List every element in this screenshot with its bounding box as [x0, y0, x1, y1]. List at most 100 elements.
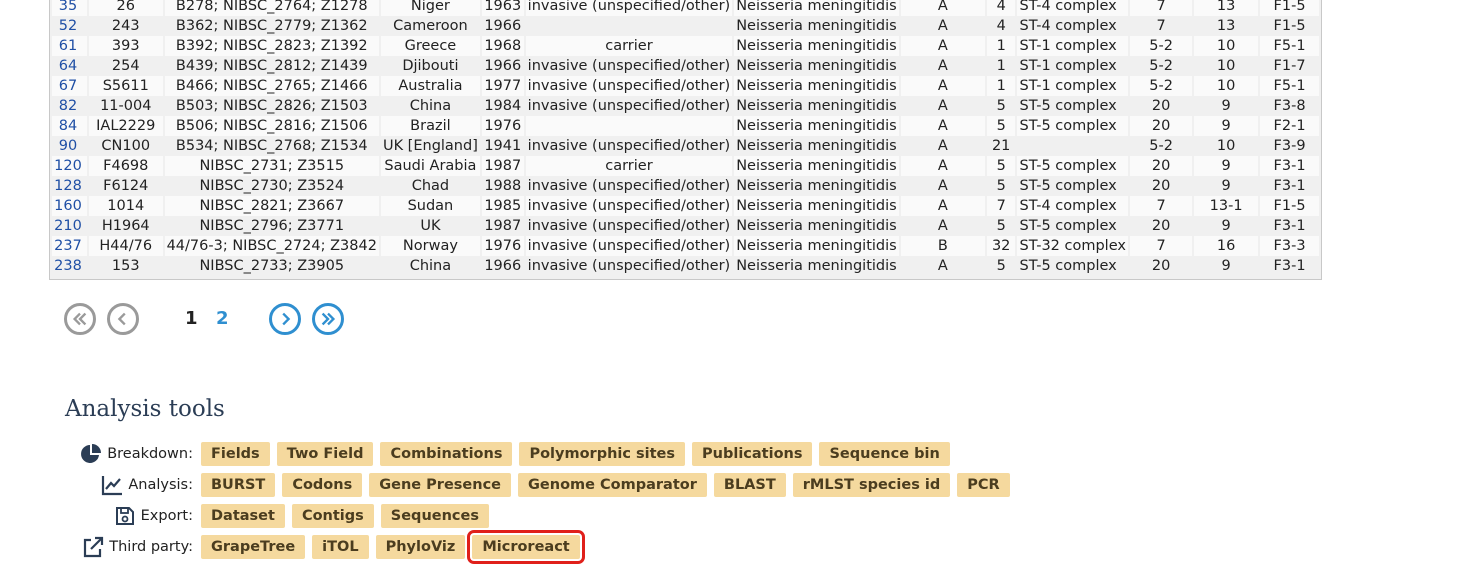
publications-button[interactable]: Publications: [692, 442, 813, 466]
gene-presence-button[interactable]: Gene Presence: [369, 473, 512, 497]
cell-disease: invasive (unspecified/other): [525, 96, 733, 116]
cell-disease: [525, 16, 733, 36]
cell-year: 1966: [481, 256, 524, 276]
phyloviz-button[interactable]: PhyloViz: [375, 535, 466, 559]
cell-id[interactable]: 160: [52, 196, 87, 216]
chevron-right-icon: [282, 312, 291, 326]
cell-st: 5: [986, 116, 1016, 136]
isolate-id-link[interactable]: 35: [59, 0, 77, 14]
isolate-id-link[interactable]: 67: [59, 78, 77, 94]
rmlst-species-id-button[interactable]: rMLST species id: [792, 473, 951, 497]
cell-year: 1987: [481, 156, 524, 176]
cell-feta-vr: F1-5: [1260, 0, 1319, 16]
cell-aliases: B439; NIBSC_2812; Z1439: [164, 56, 379, 76]
isolate-id-link[interactable]: 237: [54, 238, 82, 254]
cell-id[interactable]: 61: [52, 36, 87, 56]
cell-st: 5: [986, 256, 1016, 276]
grapetree-button[interactable]: GrapeTree: [201, 535, 306, 559]
cell-country: Norway: [380, 236, 480, 256]
cell-aliases: B362; NIBSC_2779; Z1362: [164, 16, 379, 36]
cell-id[interactable]: 52: [52, 16, 87, 36]
cell-pora-vr1: 20: [1129, 96, 1193, 116]
genome-comparator-button[interactable]: Genome Comparator: [518, 473, 707, 497]
results-table-body: 35 26 B278; NIBSC_2764; Z1278 Niger 1963 inva…: [52, 0, 1319, 276]
cell-clonal-complex: ST-4 complex: [1017, 0, 1128, 16]
breakdown-label: Breakdown:: [81, 443, 193, 465]
cell-id[interactable]: 238: [52, 256, 87, 276]
cell-id[interactable]: 35: [52, 0, 87, 16]
cell-pora-vr1: 5-2: [1129, 136, 1193, 156]
cell-clonal-complex: ST-1 complex: [1017, 76, 1128, 96]
cell-isolate: F6124: [88, 176, 163, 196]
cell-isolate: H1964: [88, 216, 163, 236]
two-field-button[interactable]: Two Field: [276, 442, 374, 466]
table-row: 35 26 B278; NIBSC_2764; Z1278 Niger 1963 inva…: [52, 0, 1319, 16]
cell-pora-vr2: 13: [1194, 0, 1259, 16]
isolate-id-link[interactable]: 64: [59, 58, 77, 74]
cell-year: 1987: [481, 216, 524, 236]
cell-aliases: NIBSC_2796; Z3771: [164, 216, 379, 236]
blast-button[interactable]: BLAST: [713, 473, 786, 497]
cell-id[interactable]: 67: [52, 76, 87, 96]
table-row: 120 F4698 NIBSC_2731; Z3515 Saudi Arabia 198…: [52, 156, 1319, 176]
isolate-id-link[interactable]: 128: [54, 178, 82, 194]
dataset-button[interactable]: Dataset: [201, 504, 285, 528]
cell-id[interactable]: 84: [52, 116, 87, 136]
cell-pora-vr1: 7: [1129, 236, 1193, 256]
page-2-link[interactable]: 2: [216, 308, 229, 329]
cell-id[interactable]: 128: [52, 176, 87, 196]
microreact-button[interactable]: Microreact: [467, 530, 585, 564]
cell-country: China: [380, 96, 480, 116]
pcr-button[interactable]: PCR: [957, 473, 1010, 497]
fields-button[interactable]: Fields: [201, 442, 270, 466]
external-link-icon: [82, 536, 104, 558]
cell-species: Neisseria meningitidis: [734, 176, 899, 196]
isolate-id-link[interactable]: 82: [59, 98, 77, 114]
cell-pora-vr1: 5-2: [1129, 36, 1193, 56]
sequences-button[interactable]: Sequences: [380, 504, 489, 528]
isolate-id-link[interactable]: 61: [59, 38, 77, 54]
cell-id[interactable]: 210: [52, 216, 87, 236]
analysis-label: Analysis:: [82, 474, 193, 496]
cell-species: Neisseria meningitidis: [734, 0, 899, 16]
isolate-id-link[interactable]: 52: [59, 18, 77, 34]
cell-disease: invasive (unspecified/other): [525, 256, 733, 276]
cell-id[interactable]: 82: [52, 96, 87, 116]
first-page-button[interactable]: [64, 303, 96, 335]
cell-pora-vr2: 10: [1194, 56, 1259, 76]
breakdown-buttons: Fields Two Field Combinations Polymorphic s…: [201, 442, 957, 466]
cell-id[interactable]: 120: [52, 156, 87, 176]
itol-button[interactable]: iTOL: [312, 535, 369, 559]
cell-disease: invasive (unspecified/other): [525, 56, 733, 76]
cell-id[interactable]: 64: [52, 56, 87, 76]
combinations-button[interactable]: Combinations: [380, 442, 513, 466]
isolate-id-link[interactable]: 238: [54, 258, 82, 274]
codons-button[interactable]: Codons: [282, 473, 363, 497]
cell-species: Neisseria meningitidis: [734, 196, 899, 216]
last-page-button[interactable]: [312, 303, 344, 335]
cell-clonal-complex: ST-5 complex: [1017, 256, 1128, 276]
isolate-id-link[interactable]: 160: [54, 198, 82, 214]
cell-id[interactable]: 237: [52, 236, 87, 256]
contigs-button[interactable]: Contigs: [291, 504, 374, 528]
previous-page-button[interactable]: [107, 303, 139, 335]
cell-year: 1977: [481, 76, 524, 96]
cell-pora-vr2: 16: [1194, 236, 1259, 256]
burst-button[interactable]: BURST: [201, 473, 276, 497]
sequence-bin-button[interactable]: Sequence bin: [819, 442, 950, 466]
isolate-id-link[interactable]: 210: [54, 218, 82, 234]
isolate-id-link[interactable]: 84: [59, 118, 77, 134]
export-row: Export: Dataset Contigs Sequences: [82, 504, 496, 528]
cell-clonal-complex: ST-5 complex: [1017, 176, 1128, 196]
cell-pora-vr2: 9: [1194, 156, 1259, 176]
polymorphic-sites-button[interactable]: Polymorphic sites: [519, 442, 686, 466]
cell-aliases: B278; NIBSC_2764; Z1278: [164, 0, 379, 16]
next-page-button[interactable]: [269, 303, 301, 335]
cell-pora-vr2: 10: [1194, 136, 1259, 156]
isolate-id-link[interactable]: 90: [59, 138, 77, 154]
cell-id[interactable]: 90: [52, 136, 87, 156]
cell-aliases: B392; NIBSC_2823; Z1392: [164, 36, 379, 56]
cell-pora-vr1: 20: [1129, 216, 1193, 236]
third-party-row: Third party: GrapeTree iTOL PhyloViz Micror…: [82, 530, 587, 564]
isolate-id-link[interactable]: 120: [54, 158, 82, 174]
